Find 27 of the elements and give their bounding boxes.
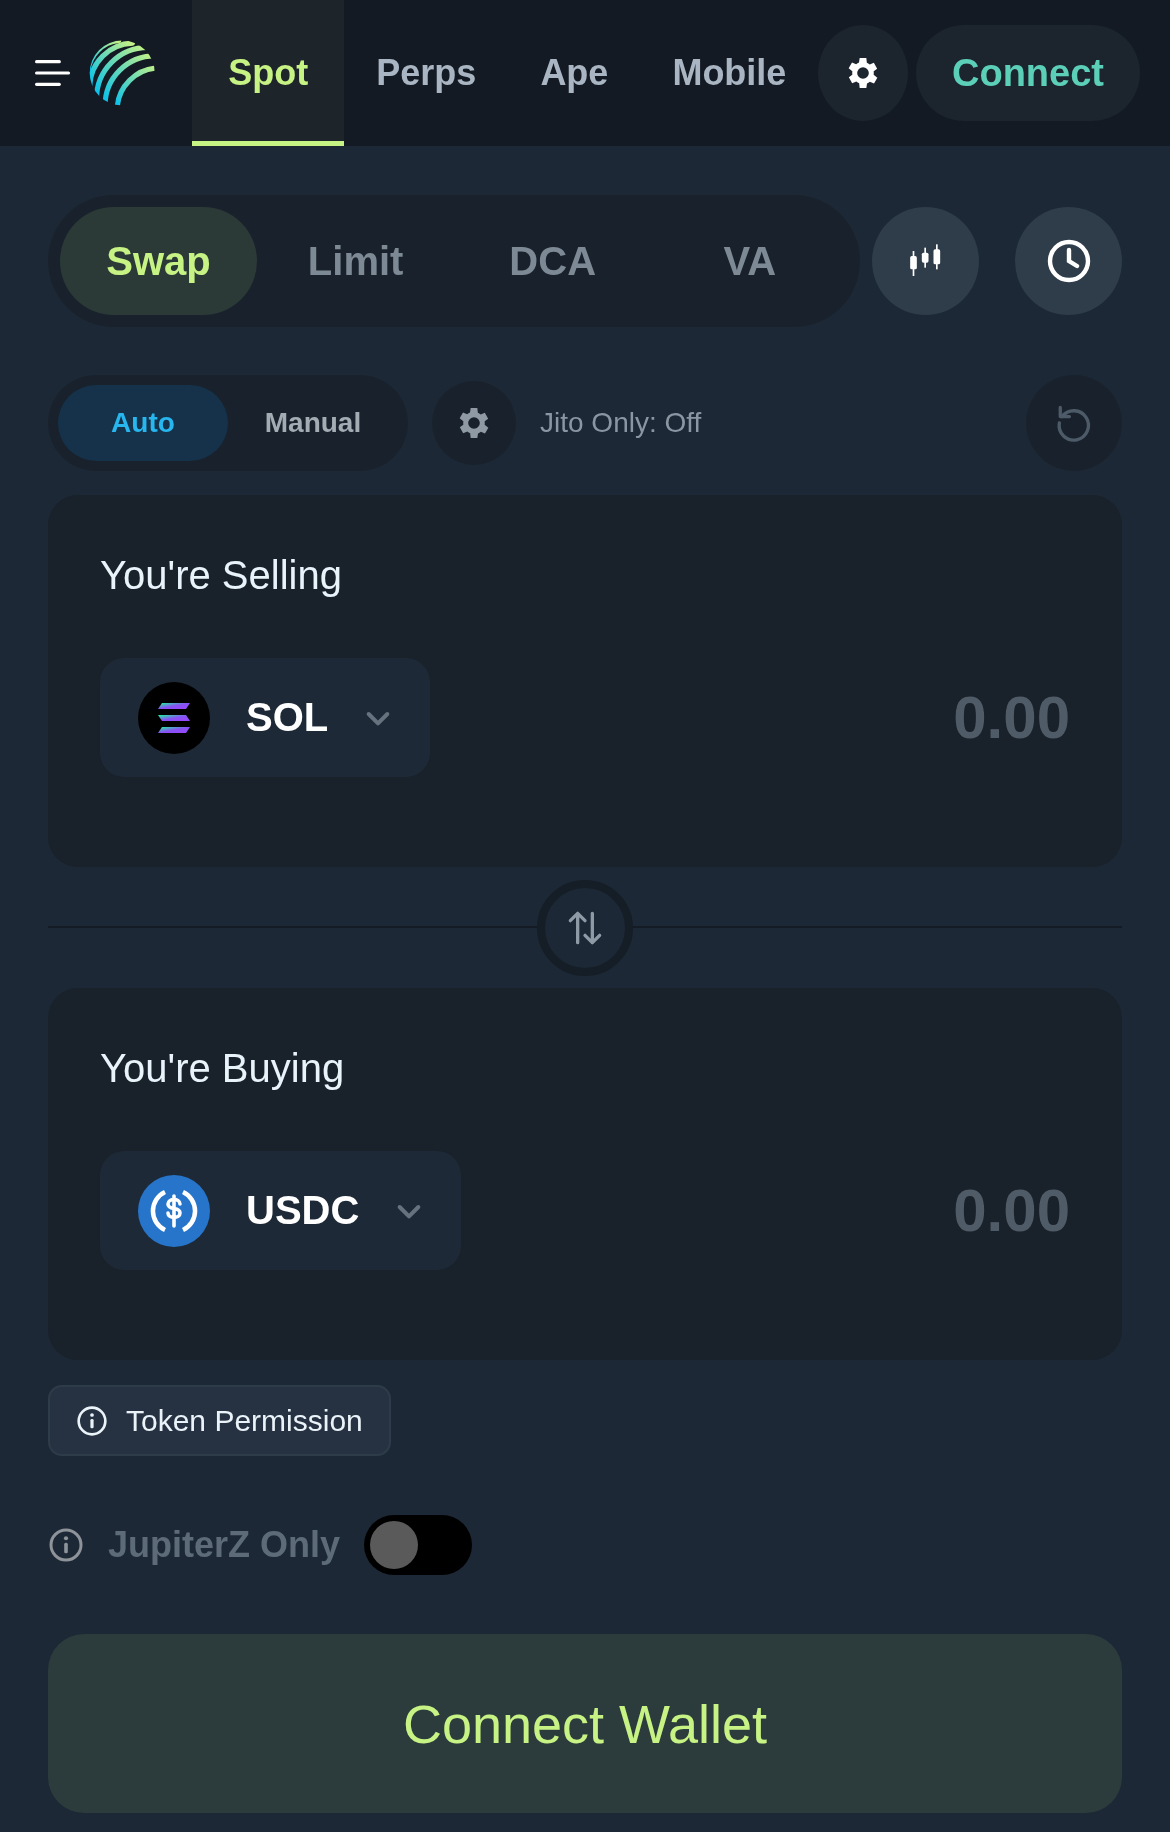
nav-tab[interactable]: Ape [508, 0, 641, 146]
route-option[interactable]: Auto [58, 385, 228, 461]
connect-wallet-button[interactable]: Connect Wallet [48, 1634, 1122, 1813]
token-selector[interactable]: USDC [100, 1151, 462, 1270]
toggle-switch[interactable] [364, 1515, 473, 1575]
amount-field[interactable]: 0.00 [770, 1176, 1070, 1245]
amount-field[interactable]: 0.00 [770, 683, 1070, 752]
mode-tab[interactable]: Limit [257, 207, 455, 315]
token-selector[interactable]: SOL [100, 658, 431, 777]
menu-icon[interactable] [35, 58, 72, 88]
mode-tab[interactable]: DCA [454, 207, 652, 315]
mode-tab[interactable]: Swap [60, 207, 258, 315]
nav-tab[interactable]: Perps [344, 0, 509, 146]
route-option[interactable]: Manual [228, 385, 398, 461]
nav-tab[interactable]: Mobile [640, 0, 819, 146]
card-title: You're Selling [100, 553, 342, 598]
mode-tab[interactable]: VA [651, 207, 849, 315]
nav-tab[interactable]: Spot [192, 0, 345, 146]
connect-button[interactable]: Connect [916, 25, 1140, 121]
info-icon [76, 1404, 108, 1437]
token-permission-button[interactable]: Token Permission [48, 1385, 391, 1456]
jupiterz-label: JupiterZ Only [108, 1524, 341, 1566]
token-icon [138, 1174, 210, 1247]
card-title: You're Buying [100, 1046, 345, 1091]
info-icon [48, 1527, 84, 1563]
jito-status: Jito Only: Off [540, 407, 702, 439]
token-icon [138, 681, 210, 754]
